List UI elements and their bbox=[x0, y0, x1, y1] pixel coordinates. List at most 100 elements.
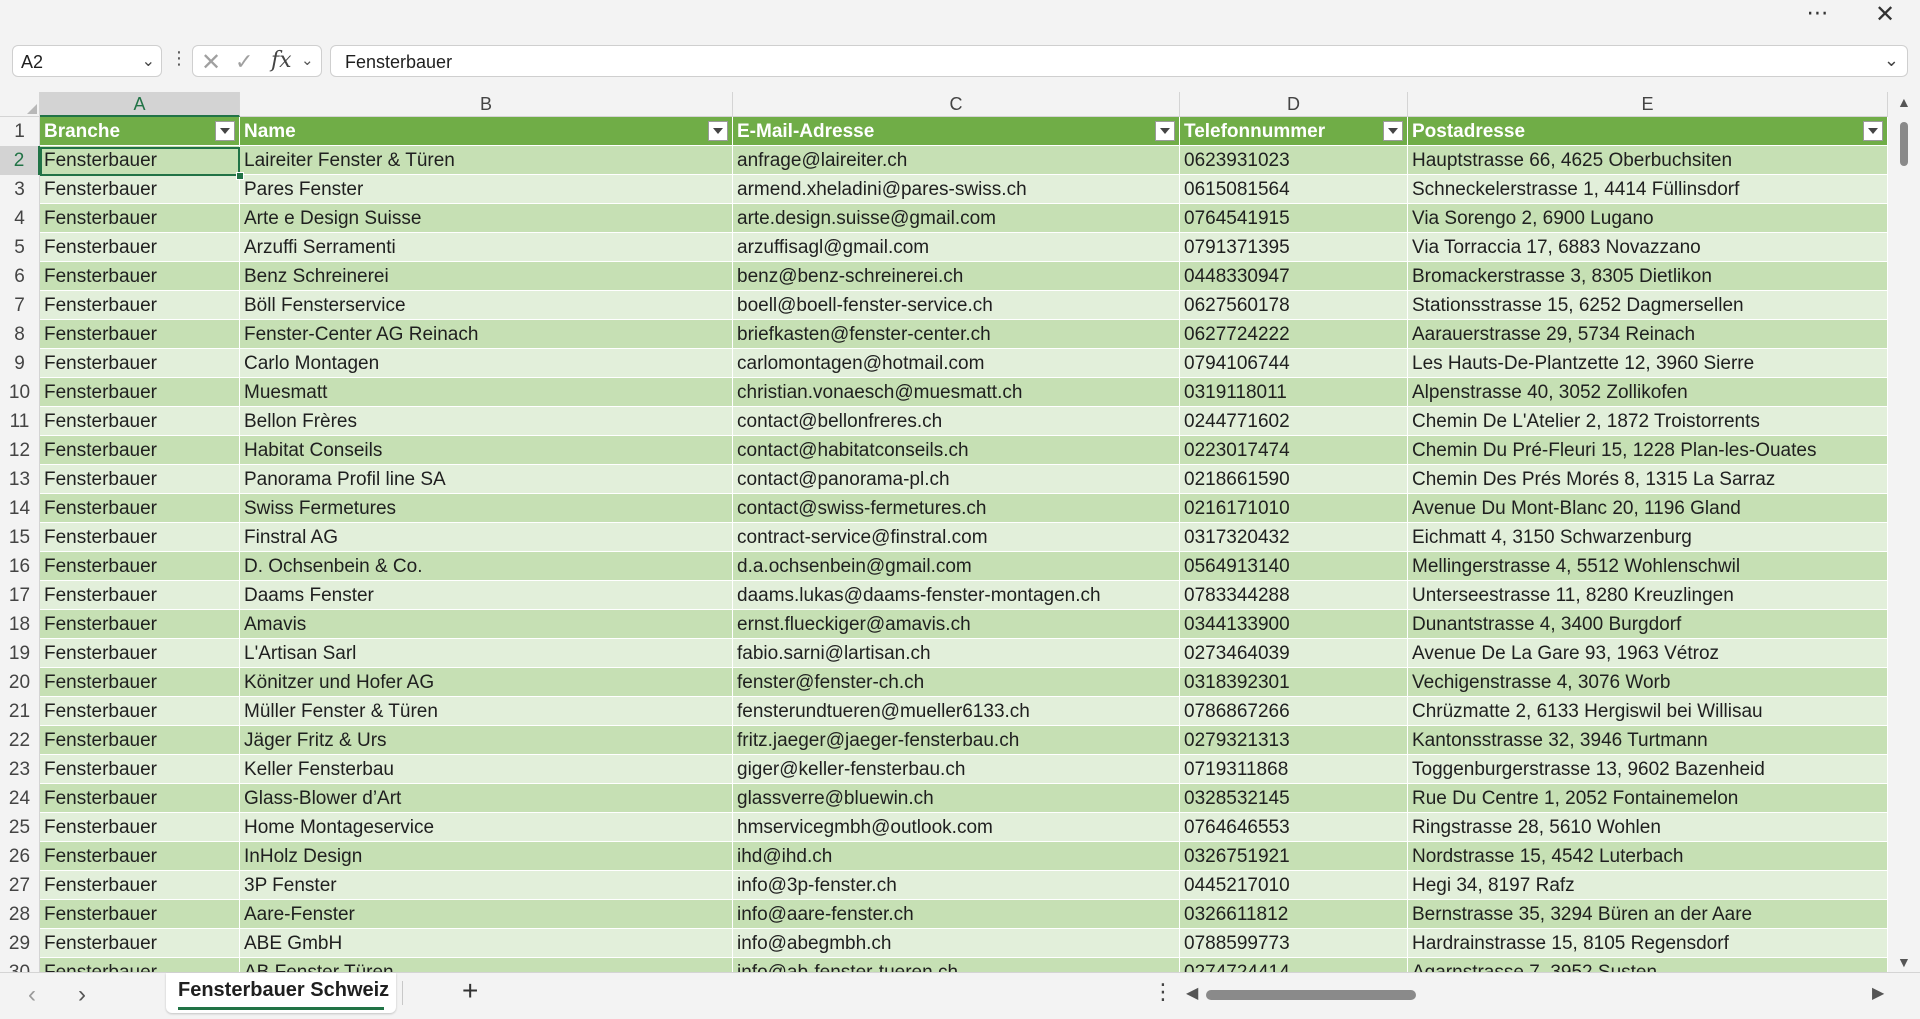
column-header-d[interactable]: D bbox=[1180, 92, 1408, 117]
table-cell[interactable]: Müller Fenster & Türen bbox=[240, 697, 733, 726]
table-cell[interactable]: 0273464039 bbox=[1180, 639, 1408, 668]
table-cell[interactable]: 0786867266 bbox=[1180, 697, 1408, 726]
filter-dropdown-icon[interactable] bbox=[708, 121, 728, 141]
insert-function-icon[interactable]: fx bbox=[271, 48, 292, 73]
table-cell[interactable]: Fensterbauer bbox=[40, 494, 240, 523]
scroll-down-icon[interactable]: ▼ bbox=[1897, 954, 1911, 970]
table-cell[interactable]: fabio.sarni@lartisan.ch bbox=[733, 639, 1180, 668]
row-header[interactable]: 4 bbox=[0, 204, 40, 233]
table-cell[interactable]: Arzuffi Serramenti bbox=[240, 233, 733, 262]
table-cell[interactable]: Fensterbauer bbox=[40, 349, 240, 378]
table-cell[interactable]: Toggenburgerstrasse 13, 9602 Bazenheid bbox=[1408, 755, 1888, 784]
scroll-left-icon[interactable]: ◀ bbox=[1186, 983, 1198, 1003]
table-cell[interactable]: Kantonsstrasse 32, 3946 Turtmann bbox=[1408, 726, 1888, 755]
table-cell[interactable]: 0216171010 bbox=[1180, 494, 1408, 523]
row-header[interactable]: 8 bbox=[0, 320, 40, 349]
table-cell[interactable]: Via Torraccia 17, 6883 Novazzano bbox=[1408, 233, 1888, 262]
table-cell[interactable]: Pares Fenster bbox=[240, 175, 733, 204]
table-cell[interactable]: Alpenstrasse 40, 3052 Zollikofen bbox=[1408, 378, 1888, 407]
table-cell[interactable]: fensterundtueren@mueller6133.ch bbox=[733, 697, 1180, 726]
close-icon[interactable]: ✕ bbox=[1868, 2, 1902, 28]
scroll-up-icon[interactable]: ▲ bbox=[1897, 94, 1911, 110]
table-cell[interactable]: Eichmatt 4, 3150 Schwarzenburg bbox=[1408, 523, 1888, 552]
table-cell[interactable]: 0218661590 bbox=[1180, 465, 1408, 494]
row-header[interactable]: 23 bbox=[0, 755, 40, 784]
row-header[interactable]: 6 bbox=[0, 262, 40, 291]
table-cell[interactable]: info@aare-fenster.ch bbox=[733, 900, 1180, 929]
table-cell[interactable]: Carlo Montagen bbox=[240, 349, 733, 378]
table-cell[interactable]: contact@habitatconseils.ch bbox=[733, 436, 1180, 465]
table-cell[interactable]: Finstral AG bbox=[240, 523, 733, 552]
table-cell[interactable]: Fensterbauer bbox=[40, 726, 240, 755]
table-cell[interactable]: Les Hauts-De-Plantzette 12, 3960 Sierre bbox=[1408, 349, 1888, 378]
table-cell[interactable]: Fensterbauer bbox=[40, 233, 240, 262]
table-cell[interactable]: 0328532145 bbox=[1180, 784, 1408, 813]
table-cell[interactable]: ernst.flueckiger@amavis.ch bbox=[733, 610, 1180, 639]
row-header[interactable]: 18 bbox=[0, 610, 40, 639]
table-cell[interactable]: 0764541915 bbox=[1180, 204, 1408, 233]
table-cell[interactable]: Chemin De L'Atelier 2, 1872 Troistorrent… bbox=[1408, 407, 1888, 436]
row-header[interactable]: 9 bbox=[0, 349, 40, 378]
table-cell[interactable]: 0719311868 bbox=[1180, 755, 1408, 784]
table-cell[interactable]: 0279321313 bbox=[1180, 726, 1408, 755]
table-cell[interactable]: Fensterbauer bbox=[40, 175, 240, 204]
table-cell[interactable]: d.a.ochsenbein@gmail.com bbox=[733, 552, 1180, 581]
table-cell[interactable]: glassverre@bluewin.ch bbox=[733, 784, 1180, 813]
table-cell[interactable]: arzuffisagl@gmail.com bbox=[733, 233, 1180, 262]
add-sheet-icon[interactable]: + bbox=[462, 975, 478, 1007]
table-cell[interactable]: Fensterbauer bbox=[40, 697, 240, 726]
table-cell[interactable]: boell@boell-fenster-service.ch bbox=[733, 291, 1180, 320]
table-cell[interactable]: Böll Fensterservice bbox=[240, 291, 733, 320]
table-header-cell[interactable]: Telefonnummer bbox=[1180, 117, 1408, 146]
chevron-down-icon[interactable]: ⌄ bbox=[301, 51, 314, 69]
table-cell[interactable]: 0326611812 bbox=[1180, 900, 1408, 929]
table-cell[interactable]: briefkasten@fenster-center.ch bbox=[733, 320, 1180, 349]
table-cell[interactable]: Fensterbauer bbox=[40, 465, 240, 494]
select-all-corner[interactable] bbox=[0, 92, 40, 117]
table-cell[interactable]: Könitzer und Hofer AG bbox=[240, 668, 733, 697]
table-cell[interactable]: 0319118011 bbox=[1180, 378, 1408, 407]
table-cell[interactable]: Fensterbauer bbox=[40, 262, 240, 291]
table-cell[interactable]: Mellingerstrasse 4, 5512 Wohlenschwil bbox=[1408, 552, 1888, 581]
vertical-dots-icon[interactable]: ⋮ bbox=[170, 48, 188, 69]
table-cell[interactable]: Fensterbauer bbox=[40, 291, 240, 320]
filter-dropdown-icon[interactable] bbox=[1383, 121, 1403, 141]
table-cell[interactable]: Stationsstrasse 15, 6252 Dagmersellen bbox=[1408, 291, 1888, 320]
chevron-down-icon[interactable]: ⌄ bbox=[142, 51, 155, 71]
row-header[interactable]: 5 bbox=[0, 233, 40, 262]
row-header[interactable]: 15 bbox=[0, 523, 40, 552]
table-cell[interactable]: Fensterbauer bbox=[40, 842, 240, 871]
more-options-icon[interactable]: ⋯ bbox=[1798, 2, 1838, 28]
table-cell[interactable]: Vechigenstrasse 4, 3076 Worb bbox=[1408, 668, 1888, 697]
table-cell[interactable]: contact@bellonfreres.ch bbox=[733, 407, 1180, 436]
table-cell[interactable]: Fensterbauer bbox=[40, 523, 240, 552]
row-header[interactable]: 10 bbox=[0, 378, 40, 407]
table-cell[interactable]: armend.xheladini@pares-swiss.ch bbox=[733, 175, 1180, 204]
table-cell[interactable]: Fensterbauer bbox=[40, 146, 240, 175]
filter-dropdown-icon[interactable] bbox=[215, 121, 235, 141]
table-cell[interactable]: Laireiter Fenster & Türen bbox=[240, 146, 733, 175]
table-cell[interactable]: InHolz Design bbox=[240, 842, 733, 871]
row-header[interactable]: 26 bbox=[0, 842, 40, 871]
table-cell[interactable]: Daams Fenster bbox=[240, 581, 733, 610]
table-cell[interactable]: Nordstrasse 15, 4542 Luterbach bbox=[1408, 842, 1888, 871]
table-cell[interactable]: fritz.jaeger@jaeger-fensterbau.ch bbox=[733, 726, 1180, 755]
row-header[interactable]: 14 bbox=[0, 494, 40, 523]
table-cell[interactable]: Benz Schreinerei bbox=[240, 262, 733, 291]
table-cell[interactable]: Hauptstrasse 66, 4625 Oberbuchsiten bbox=[1408, 146, 1888, 175]
table-cell[interactable]: Bernstrasse 35, 3294 Büren an der Aare bbox=[1408, 900, 1888, 929]
table-cell[interactable]: arte.design.suisse@gmail.com bbox=[733, 204, 1180, 233]
table-cell[interactable]: Hardrainstrasse 15, 8105 Regensdorf bbox=[1408, 929, 1888, 958]
table-cell[interactable]: Fensterbauer bbox=[40, 900, 240, 929]
row-header[interactable]: 13 bbox=[0, 465, 40, 494]
table-cell[interactable]: 0791371395 bbox=[1180, 233, 1408, 262]
vertical-scrollbar[interactable]: ▲ ▼ bbox=[1888, 92, 1920, 972]
prev-sheet-icon[interactable]: ‹ bbox=[28, 981, 36, 1009]
table-cell[interactable]: 0448330947 bbox=[1180, 262, 1408, 291]
row-header[interactable]: 2 bbox=[0, 146, 40, 175]
table-cell[interactable]: Avenue De La Gare 93, 1963 Vétroz bbox=[1408, 639, 1888, 668]
table-cell[interactable]: contact@swiss-fermetures.ch bbox=[733, 494, 1180, 523]
row-header[interactable]: 3 bbox=[0, 175, 40, 204]
table-cell[interactable]: D. Ochsenbein & Co. bbox=[240, 552, 733, 581]
table-cell[interactable]: contact@panorama-pl.ch bbox=[733, 465, 1180, 494]
